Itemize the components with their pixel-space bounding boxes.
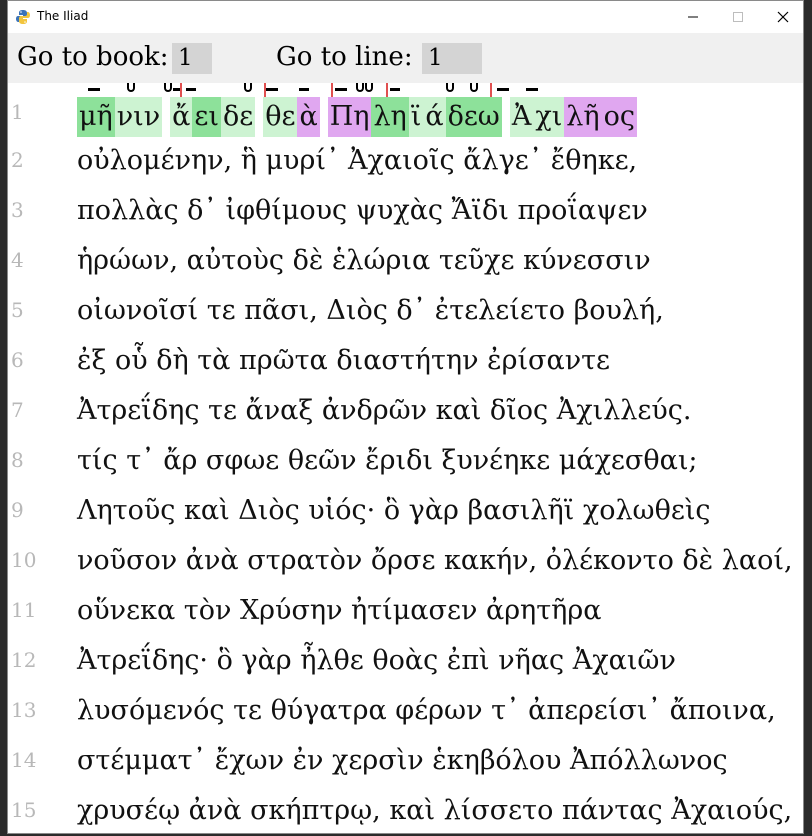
syllable-pink: ος — [601, 97, 637, 137]
scanned-line: μῆ νιν ἄ ει δε θε ὰ Πη λη ϊ ά δεω Ἀχι λῆ ος — [77, 97, 637, 137]
goto-book-label: Go to book: — [17, 42, 169, 72]
minimize-button[interactable] — [670, 1, 716, 33]
word-gap — [162, 97, 170, 137]
syllable-short: χι — [533, 97, 565, 137]
close-button[interactable] — [760, 1, 803, 33]
word-gap — [502, 97, 510, 137]
line-number: 11 — [11, 598, 37, 622]
word-gap — [320, 97, 328, 137]
line-number: 15 — [11, 798, 37, 822]
poem-line: 8 τίς τ᾽ ἄρ σφωε θεῶν ἔριδι ξυνέηκε μάχεσ… — [8, 433, 803, 483]
poem-line: 3 πολλὰς δ᾽ ἰφθίμους ψυχὰς Ἄϊδι προΐαψεν — [8, 183, 803, 233]
title-bar[interactable]: The Iliad — [8, 1, 803, 33]
maximize-icon — [733, 12, 743, 22]
line-number: 1 — [11, 100, 24, 124]
goto-book-input[interactable]: 1 — [172, 43, 212, 74]
line-text: Ἀτρεΐδης· ὃ γὰρ ἦλθε θοὰς ἐπὶ νῆας Ἀχαιῶ… — [77, 645, 676, 676]
line-text: λυσόμενός τε θύγατρα φέρων τ᾽ ἀπερείσι᾽ … — [77, 695, 776, 726]
poem-line: 4 ἡρώων, αὐτοὺς δὲ ἑλώρια τεῦχε κύνεσσιν — [8, 233, 803, 283]
poem-line: 14 στέμματ᾽ ἔχων ἐν χερσὶν ἑκηβόλου Ἀπόλλ… — [8, 733, 803, 783]
word-gap — [255, 97, 263, 137]
poem-line: 9 Λητοῦς καὶ Διὸς υἱός· ὃ γὰρ βασιλῆϊ χολ… — [8, 483, 803, 533]
line-text: Ἀτρεΐδης τε ἄναξ ἀνδρῶν καὶ δῖος Ἀχιλλεύ… — [77, 395, 692, 426]
syllable-short: ϊ — [408, 97, 424, 137]
line-text: πολλὰς δ᾽ ἰφθίμους ψυχὰς Ἄϊδι προΐαψεν — [77, 195, 648, 226]
poem-line: 2 οὐλομένην, ἣ μυρί᾽ Ἀχαιοῖς ἄλγε᾽ ἔθηκε, — [8, 133, 803, 183]
syllable-long: μῆ — [77, 97, 115, 137]
line-text: οὕνεκα τὸν Χρύσην ἠτίμασεν ἀρητῆρα — [77, 595, 602, 626]
line-number: 6 — [11, 348, 24, 372]
poem-line: 11 οὕνεκα τὸν Χρύσην ἠτίμασεν ἀρητῆρα — [8, 583, 803, 633]
syllable-short: θε — [263, 97, 298, 137]
line-number: 8 — [11, 448, 24, 472]
syllable-short: ά — [423, 97, 446, 137]
poem-line: 1 μῆ νιν ἄ ει δε θε ὰ Πη λη ϊ ά δεω Ἀχι λῆ ος — [8, 83, 803, 137]
syllable-pink: ὰ — [297, 97, 320, 137]
minimize-icon — [688, 16, 698, 18]
poem-line: 10 νοῦσον ἀνὰ στρατὸν ὄρσε κακήν, ὀλέκοντ… — [8, 533, 803, 583]
line-text: ἡρώων, αὐτοὺς δὲ ἑλώρια τεῦχε κύνεσσιν — [77, 245, 651, 276]
line-text: στέμματ᾽ ἔχων ἐν χερσὶν ἑκηβόλου Ἀπόλλων… — [77, 745, 728, 776]
syllable-pink: λῆ — [564, 97, 602, 137]
syllable-pink: Πη — [327, 97, 372, 137]
maximize-button[interactable] — [715, 1, 761, 33]
poem-line: 12 Ἀτρεΐδης· ὃ γὰρ ἦλθε θοὰς ἐπὶ νῆας Ἀχα… — [8, 633, 803, 683]
line-number: 12 — [11, 648, 37, 672]
goto-line-label: Go to line: — [276, 42, 413, 72]
line-number: 13 — [11, 698, 37, 722]
syllable-long: δεω — [445, 97, 502, 137]
goto-bar: Go to book: 1 Go to line: 1 — [8, 33, 803, 83]
line-text: τίς τ᾽ ἄρ σφωε θεῶν ἔριδι ξυνέηκε μάχεσθ… — [77, 445, 698, 476]
line-number: 10 — [11, 548, 37, 572]
line-number: 2 — [11, 148, 24, 172]
poem-line: 6 ἐξ οὗ δὴ τὰ πρῶτα διαστήτην ἐρίσαντε — [8, 333, 803, 383]
python-icon — [15, 9, 31, 25]
line-number: 9 — [11, 498, 24, 522]
line-number: 14 — [11, 748, 37, 772]
goto-line-input[interactable]: 1 — [422, 43, 482, 74]
syllable-long: ει — [192, 97, 221, 137]
close-icon — [777, 11, 789, 23]
syllable-short: ἄ — [170, 97, 193, 137]
line-text: Λητοῦς καὶ Διὸς υἱός· ὃ γὰρ βασιλῆϊ χολω… — [77, 495, 711, 526]
poem-line: 15 χρυσέῳ ἀνὰ σκήπτρῳ, καὶ λίσσετο πάντας… — [8, 783, 803, 833]
line-text: οὐλομένην, ἣ μυρί᾽ Ἀχαιοῖς ἄλγε᾽ ἔθηκε, — [77, 145, 638, 176]
line-number: 4 — [11, 248, 24, 272]
syllable-short: Ἀ — [509, 97, 534, 137]
line-text: οἰωνοῖσί τε πᾶσι, Διὸς δ᾽ ἐτελείετο βουλ… — [77, 295, 664, 326]
syllable-short: δε — [220, 97, 256, 137]
syllable-short: νιν — [114, 97, 163, 137]
line-number: 7 — [11, 398, 24, 422]
app-window: The Iliad Go to book: 1 Go to line: 1 1 … — [7, 0, 804, 834]
line-text: ἐξ οὗ δὴ τὰ πρῶτα διαστήτην ἐρίσαντε — [77, 345, 611, 376]
poem-view[interactable]: 1 μῆ νιν ἄ ει δε θε ὰ Πη λη ϊ ά δεω Ἀχι λῆ ος 2 οὐλομέν… — [8, 83, 803, 833]
line-text: νοῦσον ἀνὰ στρατὸν ὄρσε κακήν, ὀλέκοντο … — [77, 545, 793, 576]
poem-line: 5 οἰωνοῖσί τε πᾶσι, Διὸς δ᾽ ἐτελείετο βου… — [8, 283, 803, 333]
poem-line: 13 λυσόμενός τε θύγατρα φέρων τ᾽ ἀπερείσι… — [8, 683, 803, 733]
syllable-long: λη — [371, 97, 409, 137]
line-number: 3 — [11, 198, 24, 222]
window-title: The Iliad — [37, 9, 89, 23]
poem-line: 7 Ἀτρεΐδης τε ἄναξ ἀνδρῶν καὶ δῖος Ἀχιλλε… — [8, 383, 803, 433]
line-text: χρυσέῳ ἀνὰ σκήπτρῳ, καὶ λίσσετο πάντας Ἀ… — [77, 795, 793, 826]
line-number: 5 — [11, 298, 24, 322]
